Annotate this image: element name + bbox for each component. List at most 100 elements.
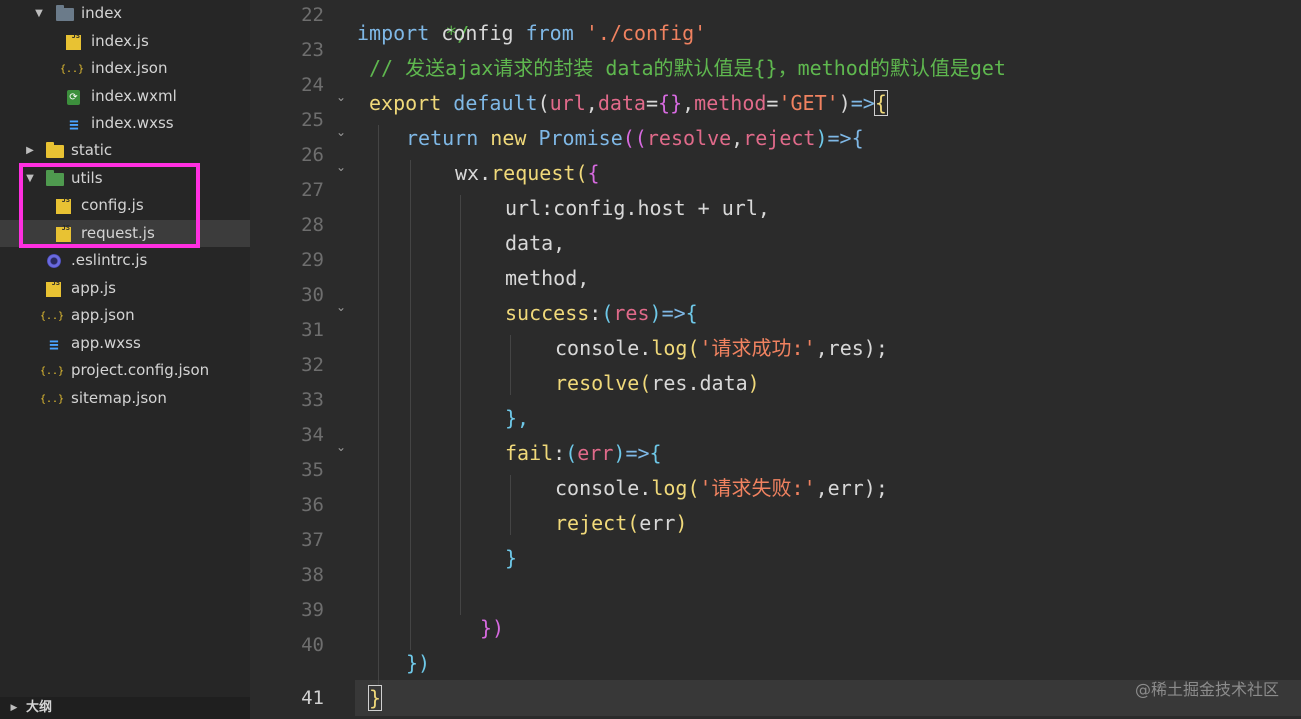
line-number: 30	[301, 284, 324, 306]
code-punct: (	[575, 161, 588, 185]
code-param: reject	[743, 126, 816, 150]
code-keyword: import	[357, 21, 430, 45]
code-identifier: wx	[455, 161, 480, 185]
code-line-22: import config from './config'	[357, 16, 706, 51]
code-brace: {	[587, 161, 600, 185]
indent-guide	[378, 125, 379, 685]
tree-item-label: request.js	[81, 224, 155, 242]
code-punct: .	[639, 476, 652, 500]
outline-panel-header[interactable]: ▶ 大纲	[0, 697, 250, 719]
code-line-24: export default(url,data={},method='GET')…	[369, 86, 888, 121]
json-file-icon: {..}	[59, 63, 85, 75]
outline-label: 大纲	[26, 700, 53, 715]
code-arrow: =>	[827, 126, 852, 150]
code-editor[interactable]: 22 23 24 25 26 27 28 29 30 31 32 33 34 3…	[250, 0, 1301, 719]
indent-guide	[460, 195, 461, 615]
code-punct: =	[645, 91, 659, 115]
code-punct: (	[537, 91, 550, 115]
code-line-35: console.log('请求失败:',err);	[555, 471, 888, 506]
folder-open-icon	[56, 5, 74, 21]
tree-file-config-js[interactable]: JS config.js	[0, 192, 250, 219]
code-brace: }	[505, 546, 518, 570]
line-number: 34	[301, 424, 324, 446]
tree-file-index-js[interactable]: JS index.js	[0, 28, 250, 55]
code-string: '请求成功:'	[699, 336, 816, 360]
code-string: '请求失败:'	[699, 476, 816, 500]
code-function: log	[651, 476, 688, 500]
code-keyword: from	[525, 21, 574, 45]
wxss-file-icon: ≡	[49, 334, 59, 354]
code-brace: })	[480, 616, 505, 640]
fold-chevron-icon[interactable]: ⌄	[334, 292, 348, 327]
tree-item-label: app.json	[71, 306, 135, 324]
code-area[interactable]: */ import config from './config' // 发送aj…	[355, 0, 1301, 719]
tree-folder-utils[interactable]: ▼ utils	[0, 165, 250, 192]
code-punct: (	[565, 441, 578, 465]
code-brace: },	[505, 406, 530, 430]
tree-item-label: index.json	[91, 59, 168, 77]
tree-folder-static[interactable]: ▶ static	[0, 137, 250, 164]
tree-file-app-wxss[interactable]: ≡ app.wxss	[0, 330, 250, 357]
tree-file-app-json[interactable]: {..} app.json	[0, 302, 250, 329]
fold-chevron-icon[interactable]: ⌄	[334, 117, 348, 152]
tree-file-sitemap[interactable]: {..} sitemap.json	[0, 385, 250, 412]
code-param: method	[694, 91, 767, 115]
code-line-30: success:(res)=>{	[505, 296, 698, 331]
line-number: 35	[301, 459, 324, 481]
tree-folder-index[interactable]: ▼ index	[0, 0, 250, 27]
js-file-icon: JS	[56, 224, 71, 242]
code-arrow: =>	[661, 301, 686, 325]
code-line-25: return new Promise((resolve,reject)=>{	[406, 121, 864, 156]
code-punct: :	[553, 441, 566, 465]
js-file-icon: JS	[66, 32, 81, 50]
line-number-current: 41	[301, 687, 324, 709]
code-line-26: wx.request({	[455, 156, 600, 191]
code-punct: )	[613, 441, 626, 465]
tree-item-label: app.js	[71, 279, 116, 297]
tree-file-index-wxml[interactable]: ⟳ index.wxml	[0, 83, 250, 110]
tree-file-index-json[interactable]: {..} index.json	[0, 55, 250, 82]
chevron-down-icon[interactable]: ▼	[33, 0, 45, 27]
chevron-right-icon[interactable]: ▶	[24, 137, 36, 164]
fold-chevron-icon[interactable]: ⌄	[334, 152, 348, 187]
wxss-file-icon: ≡	[69, 114, 79, 134]
code-expression: res.data	[651, 371, 748, 395]
code-expression: ,res);	[815, 336, 888, 360]
code-param: data	[597, 91, 646, 115]
tree-item-label: app.wxss	[71, 334, 141, 352]
js-file-icon: JS	[46, 279, 61, 297]
tree-item-label: project.config.json	[71, 361, 210, 379]
code-expression: method,	[505, 266, 590, 290]
fold-chevron-icon[interactable]: ⌄	[334, 82, 348, 117]
code-keyword: new	[490, 126, 527, 150]
tree-file-request-js[interactable]: JS request.js	[0, 220, 250, 247]
chevron-down-icon[interactable]: ▼	[24, 165, 36, 192]
code-line-21: */	[373, 0, 469, 46]
code-expression: ,err);	[815, 476, 888, 500]
code-line-31: console.log('请求成功:',res);	[555, 331, 888, 366]
chevron-right-icon[interactable]: ▶	[8, 697, 20, 719]
tree-file-eslintrc[interactable]: .eslintrc.js	[0, 247, 250, 274]
watermark: @稀土掘金技术社区	[1134, 680, 1279, 699]
code-punct: ((	[622, 126, 647, 150]
eslint-file-icon	[47, 254, 61, 268]
tree-file-app-js[interactable]: JS app.js	[0, 275, 250, 302]
code-property: fail	[505, 441, 554, 465]
code-punct: (	[687, 476, 700, 500]
line-number: 27	[301, 179, 324, 201]
code-punct: )	[815, 126, 828, 150]
code-line-36: reject(err)	[555, 506, 687, 541]
tree-file-index-wxss[interactable]: ≡ index.wxss	[0, 110, 250, 137]
line-number-gutter: 22 23 24 25 26 27 28 29 30 31 32 33 34 3…	[250, 0, 355, 719]
code-line-28: data,	[505, 226, 565, 261]
code-punct: .	[639, 336, 652, 360]
code-arrow: =>	[625, 441, 650, 465]
tree-item-label: .eslintrc.js	[71, 251, 148, 269]
fold-chevron-icon[interactable]: ⌄	[334, 432, 348, 467]
tree-file-project-config[interactable]: {..} project.config.json	[0, 357, 250, 384]
wxml-file-icon: ⟳	[67, 90, 80, 105]
code-line-29: method,	[505, 261, 589, 296]
line-number: 24	[301, 74, 324, 96]
code-brace-matched: {	[873, 90, 888, 116]
code-punct: )	[747, 371, 760, 395]
